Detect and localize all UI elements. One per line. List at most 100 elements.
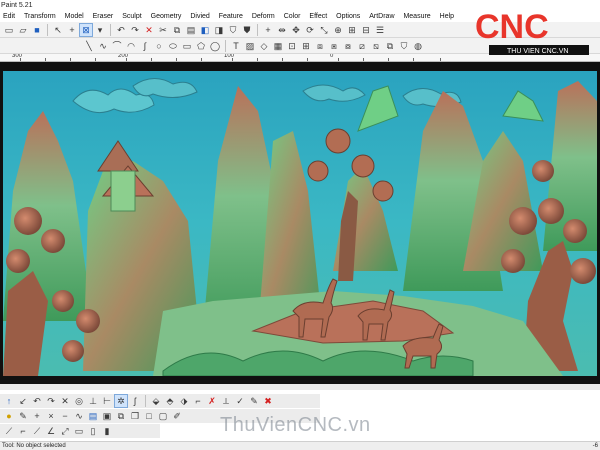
polyline-icon[interactable]: ∿	[97, 40, 109, 52]
grid-icon[interactable]: ▦	[272, 40, 284, 52]
ellipse-icon[interactable]: ⬭	[167, 40, 179, 52]
brush-icon[interactable]: ✐	[171, 410, 183, 422]
knife-icon[interactable]: ⌐	[192, 395, 204, 407]
copy-icon[interactable]: ⧉	[171, 24, 183, 36]
pencil-icon[interactable]: ✎	[17, 410, 29, 422]
move-icon[interactable]: ✥	[290, 24, 302, 36]
menu-options[interactable]: Options	[333, 11, 364, 22]
menu-transform[interactable]: Transform	[21, 11, 60, 22]
undo-icon[interactable]: ↶	[115, 24, 127, 36]
scale-icon[interactable]: ⤡	[318, 24, 330, 36]
paste-icon[interactable]: ▤	[185, 24, 197, 36]
menu-sculpt[interactable]: Sculpt	[119, 11, 145, 22]
box-b-icon[interactable]: ▯	[87, 425, 99, 437]
file-new-icon[interactable]: ▭	[3, 24, 15, 36]
shield-icon[interactable]: ⛉	[398, 40, 410, 52]
box-icon[interactable]: ◧	[199, 24, 211, 36]
plus-icon[interactable]: +	[31, 410, 43, 422]
node-icon[interactable]: ◇	[258, 40, 270, 52]
group-icon[interactable]: ⊞	[346, 24, 358, 36]
snap-icon[interactable]: ⊡	[286, 40, 298, 52]
plus-icon[interactable]: +	[262, 24, 274, 36]
diamond-b-icon[interactable]: ⬗	[178, 395, 190, 407]
box-icon[interactable]: ▣	[101, 410, 113, 422]
star-node-icon[interactable]: ✲	[114, 394, 128, 408]
rotate-icon[interactable]: ⟳	[304, 24, 316, 36]
menu-feature[interactable]: Feature	[216, 11, 247, 22]
spiral-icon[interactable]: ʃ	[129, 395, 141, 407]
menu-effect[interactable]: Effect	[306, 11, 331, 22]
arrow-up-icon[interactable]: ↑	[3, 395, 15, 407]
relief-model-canvas[interactable]	[3, 71, 597, 376]
square-icon[interactable]: □	[143, 410, 155, 422]
redo-icon[interactable]: ↷	[129, 24, 141, 36]
array-icon[interactable]: ⊞	[300, 40, 312, 52]
line-c-icon[interactable]: ⟋	[31, 425, 43, 437]
bulb-icon[interactable]: ●	[3, 410, 15, 422]
circle-tool-icon[interactable]: ◎	[73, 395, 85, 407]
menu-eraser[interactable]: Eraser	[90, 11, 118, 22]
trim-icon[interactable]: ⧆	[328, 40, 340, 52]
menu-measure[interactable]: Measure	[400, 11, 434, 22]
curve-icon[interactable]: ↙	[17, 395, 29, 407]
offset-icon[interactable]: ⧈	[314, 40, 326, 52]
square-alt-icon[interactable]: ▢	[157, 410, 169, 422]
split-icon[interactable]: ⟂	[220, 395, 232, 407]
crosshair-icon[interactable]: +	[66, 24, 78, 36]
dropdown-icon[interactable]: ▾	[94, 24, 106, 36]
menu-divied[interactable]: Divied	[187, 11, 213, 22]
line-e-icon[interactable]: ⤢	[59, 425, 71, 437]
model-viewport[interactable]	[0, 62, 600, 384]
menu-deform[interactable]: Deform	[249, 11, 279, 22]
arc-icon[interactable]: ⌒	[111, 40, 123, 52]
diamond-icon[interactable]: ⬙	[150, 395, 162, 407]
brush-icon[interactable]: ✎	[248, 395, 260, 407]
layer-icon[interactable]: ◨	[213, 24, 225, 36]
menu-artdraw[interactable]: ArtDraw	[366, 11, 398, 22]
anchor-icon[interactable]: ⊥	[87, 395, 99, 407]
diamond-alt-icon[interactable]: ⬘	[164, 395, 176, 407]
shield-icon[interactable]: ⛉	[227, 24, 239, 36]
delete-icon[interactable]: ✕	[143, 24, 155, 36]
ellipse-arc-icon[interactable]: ◠	[125, 40, 137, 52]
box-a-icon[interactable]: ▭	[73, 425, 85, 437]
polygon-icon[interactable]: ⬠	[195, 40, 207, 52]
line-d-icon[interactable]: ∠	[45, 425, 57, 437]
close-red-icon[interactable]: ✖	[262, 395, 274, 407]
menu-help[interactable]: Help	[437, 11, 458, 22]
fillet-icon[interactable]: ⧅	[370, 40, 382, 52]
check-icon[interactable]: ✓	[234, 395, 246, 407]
menu-model[interactable]: Model	[62, 11, 88, 22]
box-c-icon[interactable]: ▮	[101, 425, 113, 437]
ungroup-icon[interactable]: ⊟	[360, 24, 372, 36]
mirror-icon[interactable]: ⇹	[276, 24, 288, 36]
menu-edit[interactable]: Edit	[0, 11, 19, 22]
cross-red-icon[interactable]: ✗	[206, 395, 218, 407]
select-rect-icon[interactable]: ⊠	[79, 22, 93, 37]
combine-icon[interactable]: ⊕	[332, 24, 344, 36]
pointer-icon[interactable]: ↖	[52, 24, 64, 36]
cross-icon[interactable]: ×	[45, 410, 57, 422]
align-icon[interactable]: ☰	[374, 24, 386, 36]
text-icon[interactable]: T	[230, 40, 242, 52]
copy-alt-icon[interactable]: ❐	[129, 410, 141, 422]
shield-alt-icon[interactable]: ⛊	[241, 24, 253, 36]
hatch-icon[interactable]: ▨	[244, 40, 256, 52]
save-icon[interactable]: ■	[31, 24, 43, 36]
join-icon[interactable]: ⧇	[342, 40, 354, 52]
star-icon[interactable]: ◯	[209, 40, 221, 52]
minus-icon[interactable]: −	[59, 410, 71, 422]
chamfer-icon[interactable]: ⧉	[384, 40, 396, 52]
menu-color[interactable]: Color	[281, 11, 305, 22]
undo-curve-icon[interactable]: ↶	[31, 395, 43, 407]
line-a-icon[interactable]: ⟋	[3, 425, 15, 437]
open-icon[interactable]: ▱	[17, 24, 29, 36]
cut-icon[interactable]: ✂	[157, 24, 169, 36]
spline-icon[interactable]: ∫	[139, 40, 151, 52]
line-icon[interactable]: ╲	[83, 40, 95, 52]
measure-icon[interactable]: ◍	[412, 40, 424, 52]
redo-curve-icon[interactable]: ↷	[45, 395, 57, 407]
line-b-icon[interactable]: ⌐	[17, 425, 29, 437]
menu-geometry[interactable]: Geometry	[148, 11, 186, 22]
rectangle-icon[interactable]: ▭	[181, 40, 193, 52]
